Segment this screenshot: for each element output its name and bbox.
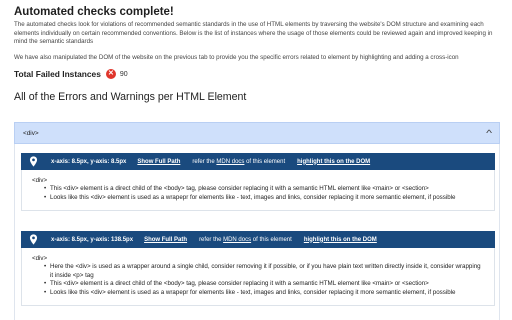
issue-item: Looks like this <div> element is used as… xyxy=(44,194,484,203)
highlight-on-dom-link[interactable]: highlight this on the DOM xyxy=(297,159,370,165)
coordinates-label: x-axis: 8.5px, y-axis: 138.5px xyxy=(51,236,134,243)
description-text: The automated checks look for violations… xyxy=(14,21,493,46)
issue-item: Here the <div> is used as a wrapper arou… xyxy=(44,263,484,280)
element-tag: <div> xyxy=(32,255,48,262)
mdn-docs-link[interactable]: MDN docs xyxy=(223,237,251,243)
element-tag: <div> xyxy=(32,177,48,184)
mdn-docs-link[interactable]: MDN docs xyxy=(216,159,244,165)
card-toolbar: x-axis: 8.5px, y-axis: 8.5px Show Full P… xyxy=(21,153,495,170)
card-toolbar: x-axis: 8.5px, y-axis: 138.5px Show Full… xyxy=(21,231,495,248)
location-pin-icon xyxy=(29,156,38,167)
accordion-header-div[interactable]: <div> ^ xyxy=(14,122,500,144)
issue-list: Here the <div> is used as a wrapper arou… xyxy=(32,263,484,297)
show-full-path-link[interactable]: Show Full Path xyxy=(144,237,187,243)
chevron-up-icon[interactable]: ^ xyxy=(486,128,492,138)
issue-list: This <div> element is a direct child of … xyxy=(32,185,484,202)
accordion-body: x-axis: 8.5px, y-axis: 8.5px Show Full P… xyxy=(14,144,500,320)
report-page: Automated checks complete! The automated… xyxy=(14,6,500,109)
refer-text: refer the MDN docs of this element xyxy=(199,237,292,243)
card-content: <div> Here the <div> is used as a wrappe… xyxy=(21,248,495,307)
refer-prefix: refer the xyxy=(192,158,215,165)
total-failed-row: Total Failed Instances ✕ 90 xyxy=(14,69,500,80)
note-text: We have also manipulated the DOM of the … xyxy=(14,53,459,61)
refer-text: refer the MDN docs of this element xyxy=(192,159,285,165)
error-x-icon: ✕ xyxy=(105,69,116,80)
accordion-tag-label: <div> xyxy=(23,129,39,137)
total-failed-count: 90 xyxy=(119,70,128,78)
section-title: All of the Errors and Warnings per HTML … xyxy=(14,91,247,104)
location-pin-icon xyxy=(29,234,38,245)
total-failed-label: Total Failed Instances xyxy=(14,69,101,80)
card-content: <div> This <div> element is a direct chi… xyxy=(21,170,495,212)
coordinates-label: x-axis: 8.5px, y-axis: 8.5px xyxy=(51,158,127,165)
issue-item: This <div> element is a direct child of … xyxy=(44,185,484,194)
show-full-path-link[interactable]: Show Full Path xyxy=(137,159,180,165)
error-card: x-axis: 8.5px, y-axis: 8.5px Show Full P… xyxy=(21,153,495,212)
highlight-on-dom-link[interactable]: highlight this on the DOM xyxy=(304,237,377,243)
issue-item: Looks like this <div> element is used as… xyxy=(44,289,484,298)
error-card: x-axis: 8.5px, y-axis: 138.5px Show Full… xyxy=(21,231,495,307)
refer-suffix: of this element xyxy=(252,236,292,243)
page-title: Automated checks complete! xyxy=(14,6,174,18)
issue-item: This <div> element is a direct child of … xyxy=(44,280,484,289)
refer-suffix: of this element xyxy=(246,158,286,165)
refer-prefix: refer the xyxy=(199,236,222,243)
